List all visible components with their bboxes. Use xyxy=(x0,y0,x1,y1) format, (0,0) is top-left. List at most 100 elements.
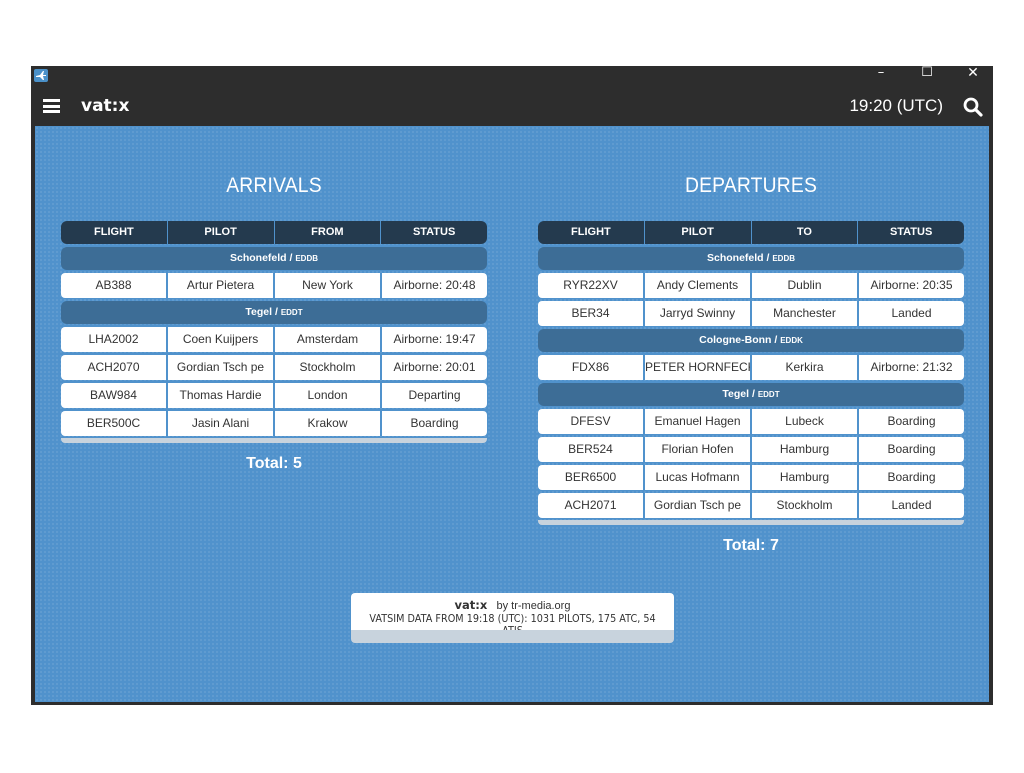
footer-info: vat:x by tr-media.org VATSIM DATA FROM 1… xyxy=(351,593,674,643)
airport-cell: Hamburg xyxy=(752,465,859,490)
column-header-to[interactable]: TO xyxy=(751,221,859,244)
flight-row[interactable]: ACH2071 Gordian Tsch pe Stockholm Landed xyxy=(538,493,964,518)
airport-cell: Hamburg xyxy=(752,437,859,462)
menu-icon[interactable] xyxy=(43,99,60,113)
airport-group-header: Schonefeld / EDDB xyxy=(538,247,964,270)
departures-header-row: FLIGHT PILOT TO STATUS xyxy=(538,221,964,244)
status-cell: Airborne: 20:01 xyxy=(382,355,487,380)
airport-name: Cologne-Bonn / xyxy=(699,334,781,346)
arrivals-table: FLIGHT PILOT FROM STATUS Schonefeld / EDDB AB… xyxy=(61,221,487,473)
pilot-cell: Artur Pietera xyxy=(168,273,275,298)
airport-code: EDDK xyxy=(780,336,803,345)
flight-row[interactable]: LHA2002 Coen Kuijpers Amsterdam Airborne: 1… xyxy=(61,327,487,352)
flight-row[interactable]: AB388 Artur Pietera New York Airborne: 20:4… xyxy=(61,273,487,298)
column-header-status[interactable]: STATUS xyxy=(381,221,487,244)
airport-cell: Stockholm xyxy=(275,355,382,380)
close-button[interactable]: ✕ xyxy=(953,66,993,82)
flight-row[interactable]: FDX86 PETER HORNFECK Kerkira Airborne: 21:3… xyxy=(538,355,964,380)
airport-group-header: Tegel / EDDT xyxy=(538,383,964,406)
pilot-cell: Emanuel Hagen xyxy=(645,409,752,434)
pilot-cell: Thomas Hardie xyxy=(168,383,275,408)
flight-row[interactable]: ACH2070 Gordian Tsch pe Stockholm Airborne:… xyxy=(61,355,487,380)
maximize-button[interactable]: ☐ xyxy=(907,66,947,82)
status-cell: Airborne: 20:48 xyxy=(382,273,487,298)
pilot-cell: Coen Kuijpers xyxy=(168,327,275,352)
airport-cell: Lubeck xyxy=(752,409,859,434)
airport-code: EDDB xyxy=(295,254,318,263)
column-header-pilot[interactable]: PILOT xyxy=(644,221,752,244)
status-cell: Boarding xyxy=(859,465,964,490)
search-icon[interactable] xyxy=(963,97,983,117)
titlebar[interactable]: – ☐ ✕ xyxy=(31,66,993,86)
flight-row[interactable]: DFESV Emanuel Hagen Lubeck Boarding xyxy=(538,409,964,434)
main-content: ARRIVALS FLIGHT PILOT FROM STATUS Schonefeld… xyxy=(35,126,989,702)
status-cell: Landed xyxy=(859,493,964,518)
pilot-cell: Lucas Hofmann xyxy=(645,465,752,490)
footer-brand: vat:x xyxy=(454,598,488,612)
airport-cell: Manchester xyxy=(752,301,859,326)
pilot-cell: Gordian Tsch pe xyxy=(645,493,752,518)
airport-cell: London xyxy=(275,383,382,408)
footer-card: vat:x by tr-media.org VATSIM DATA FROM 1… xyxy=(351,593,674,637)
column-header-status[interactable]: STATUS xyxy=(858,221,964,244)
app-icon xyxy=(34,69,48,82)
airport-name: Schonefeld / xyxy=(706,252,773,264)
airport-group-header: Tegel / EDDT xyxy=(61,301,487,324)
app-title: vat:x xyxy=(81,96,130,116)
pilot-cell: Andy Clements xyxy=(645,273,752,298)
arrivals-header-row: FLIGHT PILOT FROM STATUS xyxy=(61,221,487,244)
status-cell: Airborne: 21:32 xyxy=(859,355,964,380)
status-cell: Boarding xyxy=(859,437,964,462)
arrivals-table-footer xyxy=(61,438,487,443)
departures-total: Total: 7 xyxy=(723,537,779,554)
status-cell: Boarding xyxy=(382,411,487,436)
status-cell: Boarding xyxy=(859,409,964,434)
pilot-cell: Jarryd Swinny xyxy=(645,301,752,326)
airport-name: Schonefeld / xyxy=(229,252,296,264)
flight-row[interactable]: BER524 Florian Hofen Hamburg Boarding xyxy=(538,437,964,462)
arrivals-total: Total: 5 xyxy=(246,455,302,472)
flight-cell: FDX86 xyxy=(538,355,645,380)
footer-by-link[interactable]: by tr-media.org xyxy=(496,600,570,612)
flight-cell: LHA2002 xyxy=(61,327,168,352)
column-header-flight[interactable]: FLIGHT xyxy=(538,221,645,244)
airport-group-header: Schonefeld / EDDB xyxy=(61,247,487,270)
pilot-cell: Gordian Tsch pe xyxy=(168,355,275,380)
airport-name: Tegel / xyxy=(245,306,281,318)
arrivals-title: ARRIVALS xyxy=(226,174,322,197)
flight-row[interactable]: BAW984 Thomas Hardie London Departing xyxy=(61,383,487,408)
app-window: – ☐ ✕ vat:x 19:20 (UTC) ARRIVALS FLIGHT P… xyxy=(31,66,993,705)
airport-code: EDDB xyxy=(772,254,795,263)
airport-cell: Kerkira xyxy=(752,355,859,380)
flight-cell: BER6500 xyxy=(538,465,645,490)
airport-code: EDDT xyxy=(280,308,303,317)
flight-cell: DFESV xyxy=(538,409,645,434)
column-header-from[interactable]: FROM xyxy=(274,221,382,244)
airport-cell: Amsterdam xyxy=(275,327,382,352)
pilot-cell: Jasin Alani xyxy=(168,411,275,436)
status-cell: Landed xyxy=(859,301,964,326)
column-header-pilot[interactable]: PILOT xyxy=(167,221,275,244)
flight-row[interactable]: BER6500 Lucas Hofmann Hamburg Boarding xyxy=(538,465,964,490)
status-cell: Airborne: 19:47 xyxy=(382,327,487,352)
departures-table-footer xyxy=(538,520,964,525)
flight-cell: ACH2070 xyxy=(61,355,168,380)
airport-code: EDDT xyxy=(757,390,780,399)
airport-cell: Stockholm xyxy=(752,493,859,518)
flight-row[interactable]: BER500C Jasin Alani Krakow Boarding xyxy=(61,411,487,436)
flight-row[interactable]: BER34 Jarryd Swinny Manchester Landed xyxy=(538,301,964,326)
flight-row[interactable]: RYR22XV Andy Clements Dublin Airborne: 20:3… xyxy=(538,273,964,298)
airport-name: Tegel / xyxy=(722,388,758,400)
flight-cell: AB388 xyxy=(61,273,168,298)
pilot-cell: Florian Hofen xyxy=(645,437,752,462)
departures-table: FLIGHT PILOT TO STATUS Schonefeld / EDDB RYR2… xyxy=(538,221,964,555)
minimize-button[interactable]: – xyxy=(861,66,901,82)
flight-cell: BER524 xyxy=(538,437,645,462)
flight-cell: ACH2071 xyxy=(538,493,645,518)
departures-title: DEPARTURES xyxy=(684,174,818,197)
column-header-flight[interactable]: FLIGHT xyxy=(61,221,168,244)
airport-cell: Dublin xyxy=(752,273,859,298)
airport-cell: New York xyxy=(275,273,382,298)
footer-shadow xyxy=(351,630,674,643)
utc-clock: 19:20 (UTC) xyxy=(849,96,943,115)
